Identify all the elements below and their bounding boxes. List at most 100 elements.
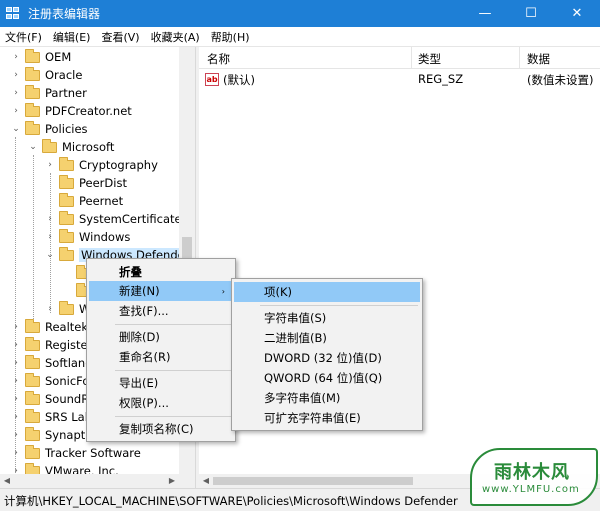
context-menu: 折叠 新建(N) › 查找(F)... 删除(D) 重命名(R) 导出(E) 权… [86, 258, 236, 442]
menu-edit[interactable]: 编辑(E) [48, 29, 97, 45]
folder-icon [25, 408, 40, 423]
folder-icon [25, 102, 40, 117]
collapse-icon[interactable]: ⌄ [27, 142, 39, 152]
menu-find[interactable]: 查找(F)... [89, 301, 233, 321]
tree-item[interactable]: › Partner [10, 84, 87, 102]
menu-view[interactable]: 查看(V) [96, 29, 145, 45]
column-name[interactable]: 名称 [207, 51, 230, 67]
scroll-left-icon[interactable]: ◀ [199, 474, 213, 488]
tree-item[interactable]: › Windows [44, 228, 130, 246]
expand-icon[interactable]: › [10, 70, 22, 80]
folder-icon [59, 228, 74, 243]
menu-favorites[interactable]: 收藏夹(A) [146, 29, 206, 45]
menu-new-binary[interactable]: 二进制值(B) [234, 328, 420, 348]
tree-item[interactable]: › Cryptography [44, 156, 158, 174]
tree-item[interactable]: › SRS Labs [10, 408, 98, 426]
folder-icon [25, 120, 40, 135]
tree-item[interactable]: › SonicFoc [10, 372, 96, 390]
list-row[interactable]: ab (默认) REG_SZ (数值未设置) [199, 71, 600, 89]
new-submenu: 项(K) 字符串值(S) 二进制值(B) DWORD (32 位)值(D) QW… [231, 278, 423, 431]
menu-new-expandable-string[interactable]: 可扩充字符串值(E) [234, 408, 420, 428]
value-data: (数值未设置) [527, 73, 594, 87]
expand-icon[interactable]: › [10, 106, 22, 116]
expand-icon[interactable]: › [44, 160, 56, 170]
string-value-icon: ab [205, 73, 219, 86]
tree-item-policies[interactable]: ⌄ Policies [10, 120, 88, 138]
folder-icon [59, 300, 74, 315]
expand-icon[interactable]: › [10, 376, 22, 386]
expand-icon[interactable]: › [10, 412, 22, 422]
list-header: 名称 类型 数据 [199, 47, 600, 69]
menu-new-dword[interactable]: DWORD (32 位)值(D) [234, 348, 420, 368]
expand-icon[interactable]: › [10, 340, 22, 350]
menu-new[interactable]: 新建(N) › [89, 281, 233, 301]
menu-file[interactable]: 文件(F) [0, 29, 48, 45]
tree-item[interactable]: › SoundRe [10, 390, 96, 408]
menu-permissions[interactable]: 权限(P)... [89, 393, 233, 413]
scroll-thumb[interactable] [213, 477, 413, 485]
scroll-left-icon[interactable]: ◀ [0, 474, 14, 488]
menu-new-string[interactable]: 字符串值(S) [234, 308, 420, 328]
menu-collapse[interactable]: 折叠 [89, 262, 233, 282]
tree-item[interactable]: › W [44, 300, 90, 318]
expand-icon[interactable]: › [44, 304, 56, 314]
tree-item[interactable]: PeerDist [44, 174, 127, 192]
menu-new-qword[interactable]: QWORD (64 位)值(Q) [234, 368, 420, 388]
expand-icon[interactable]: › [10, 358, 22, 368]
tree-item[interactable]: › Register [10, 336, 92, 354]
expand-icon[interactable]: › [10, 322, 22, 332]
tree-item[interactable]: › Synaptic [10, 426, 95, 444]
menu-bar: 文件(F) 编辑(E) 查看(V) 收藏夹(A) 帮助(H) [0, 27, 600, 47]
folder-icon [25, 336, 40, 351]
minimize-button[interactable]: — [462, 0, 508, 27]
status-path: 计算机\HKEY_LOCAL_MACHINE\SOFTWARE\Policies… [4, 494, 458, 508]
tree-item[interactable]: › OEM [10, 48, 71, 66]
maximize-button[interactable]: ☐ [508, 0, 554, 27]
menu-new-key[interactable]: 项(K) [234, 282, 420, 302]
expand-icon[interactable]: › [44, 232, 56, 242]
folder-icon [25, 372, 40, 387]
expand-icon[interactable]: › [10, 52, 22, 62]
expand-icon[interactable]: › [10, 430, 22, 440]
expand-icon[interactable]: › [10, 448, 22, 458]
column-data[interactable]: 数据 [527, 51, 550, 67]
menu-help[interactable]: 帮助(H) [206, 29, 256, 45]
collapse-icon[interactable]: ⌄ [44, 250, 56, 260]
watermark-text: 雨林木风 [494, 462, 570, 483]
regedit-icon [6, 6, 22, 21]
folder-icon [42, 138, 57, 153]
title-bar: 注册表编辑器 — ☐ ✕ [0, 0, 600, 27]
tree-item[interactable]: › Softland [10, 354, 93, 372]
tree-item[interactable]: › Realtek [10, 318, 88, 336]
folder-icon [25, 66, 40, 81]
expand-icon[interactable]: › [10, 88, 22, 98]
tree-item[interactable]: › Oracle [10, 66, 82, 84]
window-title: 注册表编辑器 [28, 7, 101, 21]
tree-item-microsoft[interactable]: ⌄ Microsoft [27, 138, 114, 156]
tree-item[interactable]: Peernet [44, 192, 123, 210]
menu-copy-key-name[interactable]: 复制项名称(C) [89, 419, 233, 439]
expand-icon[interactable]: › [44, 214, 56, 224]
tree-item[interactable]: › Tracker Software [10, 444, 141, 462]
submenu-arrow-icon: › [221, 286, 225, 296]
folder-icon [59, 210, 74, 225]
tree-item[interactable]: › PDFCreator.net [10, 102, 132, 120]
column-type[interactable]: 类型 [418, 51, 441, 67]
watermark-url: www.YLMFU.com [482, 484, 580, 495]
menu-delete[interactable]: 删除(D) [89, 327, 233, 347]
scroll-right-icon[interactable]: ▶ [165, 474, 179, 488]
menu-new-multi-string[interactable]: 多字符串值(M) [234, 388, 420, 408]
menu-rename[interactable]: 重命名(R) [89, 347, 233, 367]
menu-export[interactable]: 导出(E) [89, 373, 233, 393]
expand-icon[interactable]: › [10, 394, 22, 404]
folder-icon [59, 246, 74, 261]
folder-icon [25, 84, 40, 99]
folder-icon [25, 354, 40, 369]
close-button[interactable]: ✕ [554, 0, 600, 27]
watermark-logo: 雨林木风 www.YLMFU.com [470, 448, 598, 506]
folder-icon [25, 426, 40, 441]
tree-item[interactable]: › SystemCertificates [44, 210, 188, 228]
tree-horizontal-scrollbar[interactable]: ◀ ▶ [0, 474, 195, 488]
collapse-icon[interactable]: ⌄ [10, 124, 22, 134]
folder-icon [25, 48, 40, 63]
